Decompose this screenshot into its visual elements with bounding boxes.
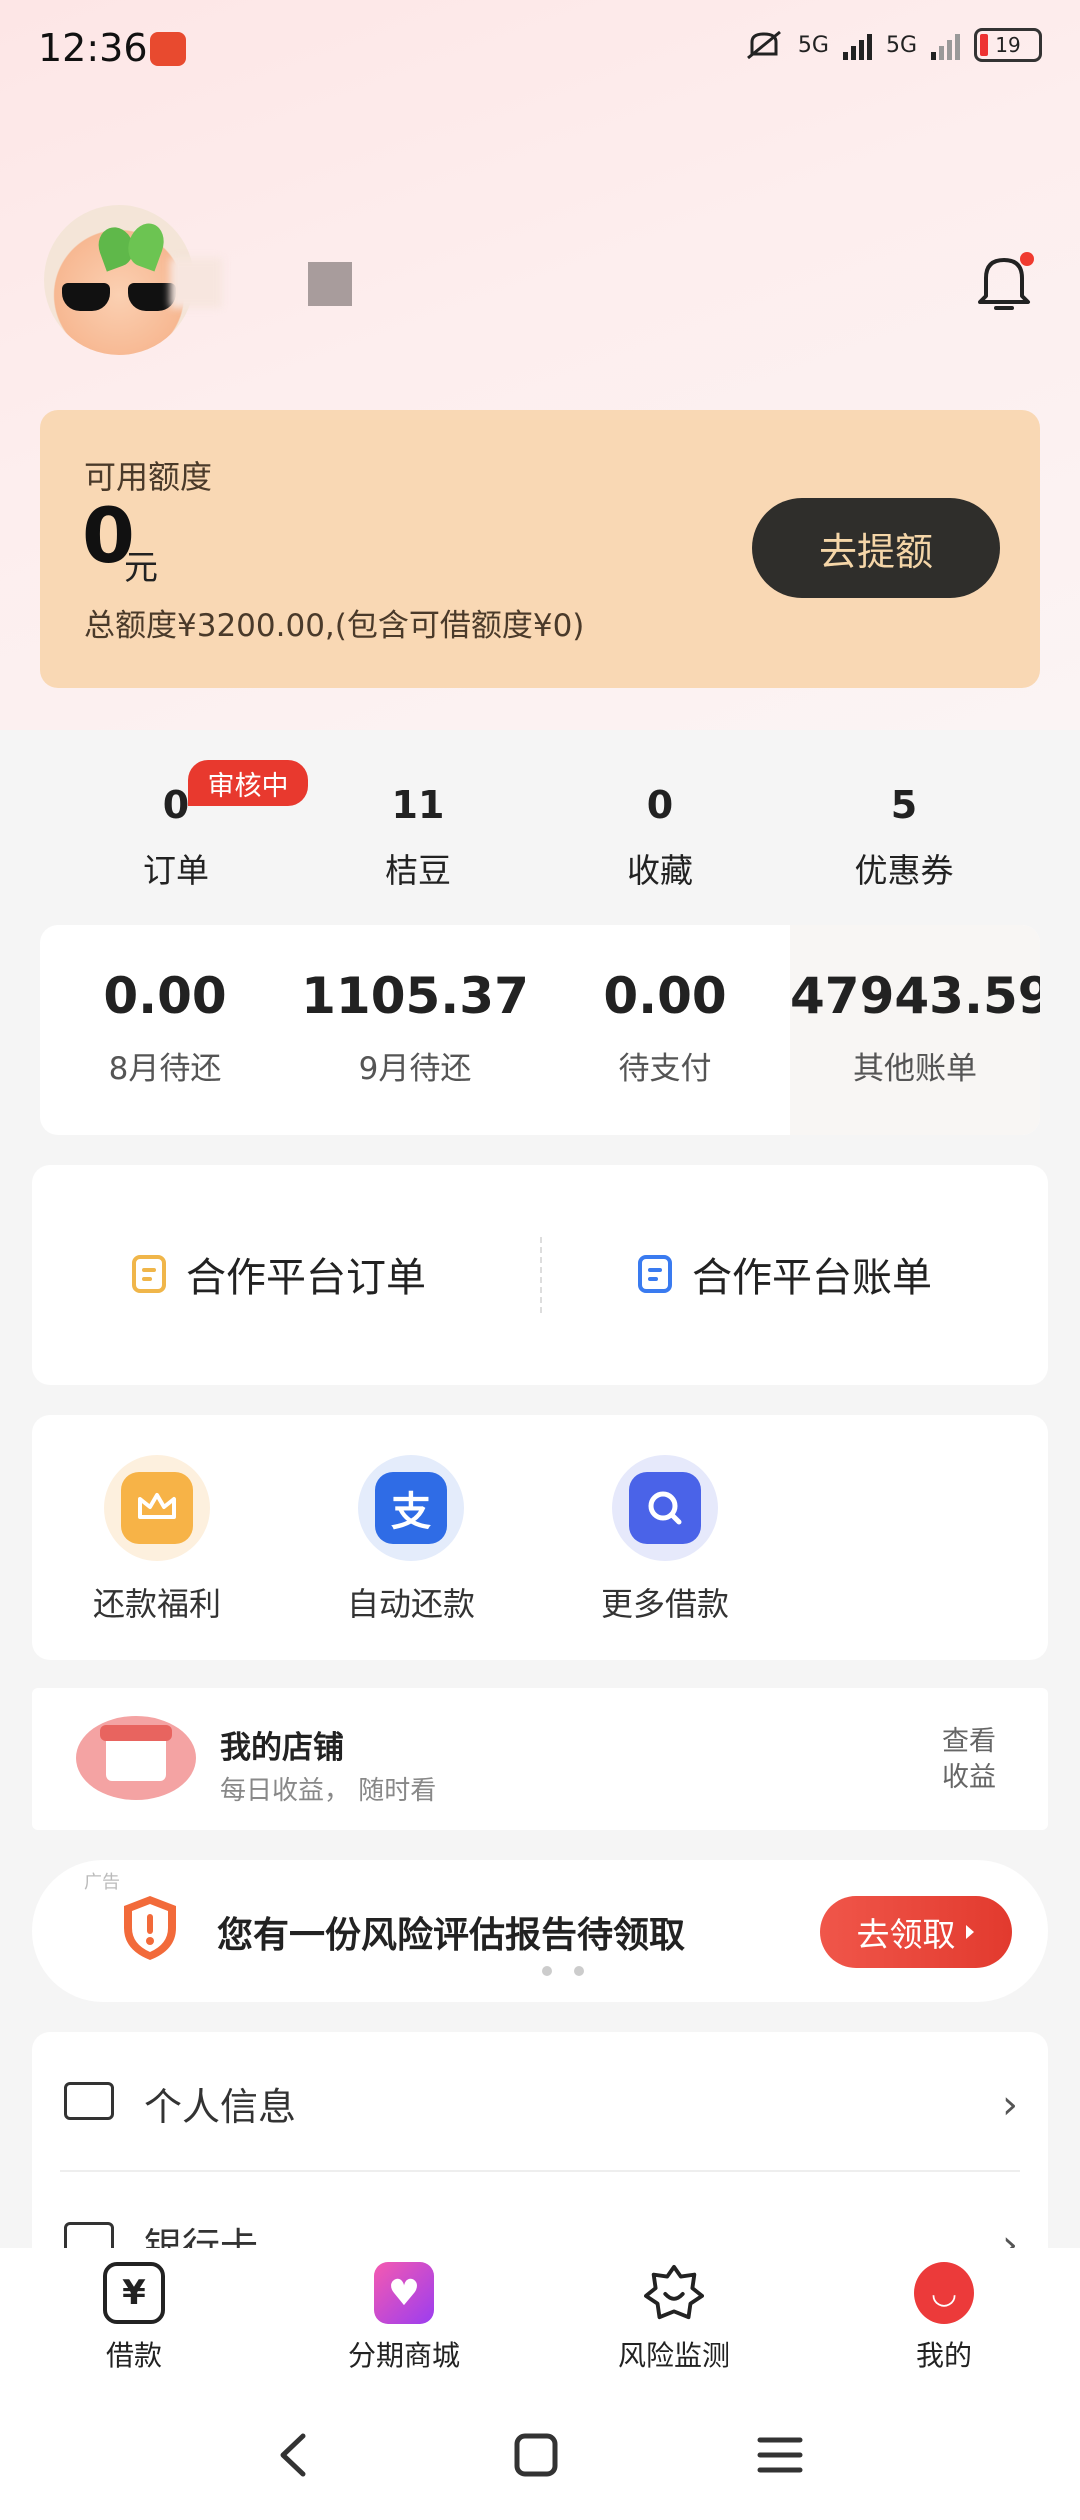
service-label: 还款福利 — [92, 1585, 221, 1623]
bills-summary: 0.00 8月待还 1105.37 9月待还 0.00 待支付 47943.59… — [40, 925, 1040, 1135]
tab-label: 我的 — [915, 2339, 972, 2372]
loan-icon: ¥ — [103, 2262, 165, 2324]
tab-label: 风险监测 — [617, 2339, 730, 2372]
bill-value: 1105.37 — [301, 967, 529, 1025]
stat-number: 0 — [646, 783, 674, 827]
stat-label: 收藏 — [627, 851, 693, 890]
bill-september[interactable]: 1105.37 9月待还 — [290, 925, 540, 1135]
claim-button-label: 去领取 — [856, 1915, 956, 1954]
app-notification-icon — [150, 32, 186, 66]
service-more-loans[interactable]: 更多借款 — [580, 1455, 750, 1625]
tab-label: 借款 — [105, 2339, 162, 2372]
bill-august[interactable]: 0.00 8月待还 — [40, 925, 290, 1135]
view-earnings-link[interactable]: 查看收益 — [934, 1724, 1004, 1796]
status-time: 12:36 — [38, 26, 148, 70]
stat-beans[interactable]: 11 桔豆 — [328, 780, 508, 892]
raise-limit-button[interactable]: 去提额 — [752, 498, 1000, 598]
tab-mine[interactable]: ◡ 我的 — [854, 2262, 1034, 2374]
bill-label: 其他账单 — [853, 1051, 977, 1087]
stat-number: 11 — [391, 783, 445, 827]
stat-label: 优惠券 — [854, 851, 954, 890]
shield-warning-icon — [124, 1896, 176, 1960]
mute-vibrate-icon — [746, 30, 781, 60]
battery-level: 19 — [995, 33, 1021, 57]
my-shop-card[interactable]: 我的店铺 每日收益， 随时看 查看收益 — [32, 1688, 1048, 1830]
bill-doc-icon — [638, 1255, 672, 1293]
partner-orders-button[interactable]: 合作平台订单 — [132, 1245, 426, 1303]
partner-bills-label: 合作平台账单 — [692, 1255, 932, 1301]
bill-other[interactable]: 47943.59 其他账单 — [790, 925, 1040, 1135]
stat-coupons[interactable]: 5 优惠券 — [814, 780, 994, 892]
partner-bills-button[interactable]: 合作平台账单 — [638, 1245, 932, 1303]
order-doc-icon — [132, 1255, 166, 1293]
tab-loan[interactable]: ¥ 借款 — [44, 2262, 224, 2374]
credit-unit: 元 — [124, 548, 158, 588]
bill-value: 47943.59 — [790, 967, 1040, 1025]
credit-total: 总额度¥3200.00,(包含可借额度¥0) — [84, 608, 585, 644]
claim-button[interactable]: 去领取 — [820, 1896, 1012, 1968]
arrow-right-icon — [965, 1925, 974, 1939]
partner-orders-label: 合作平台订单 — [186, 1255, 426, 1301]
shop-subtitle: 每日收益， 随时看 — [220, 1776, 437, 1806]
network-label-1: 5G — [797, 32, 829, 58]
network-label-2: 5G — [885, 32, 917, 58]
ad-tag: 广告 — [84, 1872, 120, 1893]
partner-card: 合作平台订单 合作平台账单 — [32, 1165, 1048, 1385]
carousel-dots — [542, 1966, 584, 1976]
alipay-icon: 支 — [375, 1472, 447, 1544]
username-masked — [308, 262, 352, 306]
notification-dot — [1020, 252, 1034, 266]
services-card: 还款福利 支 自动还款 更多借款 — [32, 1415, 1048, 1660]
status-right: 5G 5G 19 — [744, 28, 1042, 62]
status-bar: 12:36 5G 5G 19 — [0, 0, 1080, 100]
bill-label: 9月待还 — [358, 1051, 472, 1087]
bill-pending-payment[interactable]: 0.00 待支付 — [540, 925, 790, 1135]
service-repay-benefit[interactable]: 还款福利 — [72, 1455, 242, 1625]
crown-icon — [121, 1472, 193, 1544]
stats-row: 0 订单 11 桔豆 0 收藏 5 优惠券 — [0, 780, 1080, 910]
search-icon — [629, 1472, 701, 1544]
service-label: 自动还款 — [346, 1585, 475, 1623]
bill-value: 0.00 — [603, 967, 727, 1025]
back-icon[interactable] — [252, 2420, 332, 2490]
ad-title: 您有一份风险评估报告待领取 — [217, 1915, 686, 1956]
stat-number: 5 — [890, 783, 918, 827]
signal-icon-1 — [842, 30, 872, 60]
signal-icon-2 — [931, 30, 960, 60]
service-label: 更多借款 — [600, 1585, 729, 1623]
profile-icon: ◡ — [914, 2262, 974, 2324]
menu-icon[interactable] — [740, 2420, 820, 2490]
shop-title: 我的店铺 — [220, 1730, 344, 1766]
battery-icon: 19 — [974, 28, 1042, 62]
notification-bell-icon[interactable] — [974, 250, 1034, 314]
tab-label: 分期商城 — [347, 2339, 460, 2372]
bill-label: 待支付 — [618, 1051, 712, 1087]
system-nav-bar — [0, 2390, 1080, 2520]
credit-card: 可用额度 0 元 总额度¥3200.00,(包含可借额度¥0) 去提额 — [40, 410, 1040, 688]
stat-label: 桔豆 — [385, 851, 451, 890]
heart-icon: ♥ — [374, 2262, 434, 2324]
smile-badge-icon — [644, 2262, 704, 2324]
stat-favorites[interactable]: 0 收藏 — [570, 780, 750, 892]
stat-label: 订单 — [143, 851, 209, 890]
bottom-tab-bar: ¥ 借款 ♥ 分期商城 风险监测 ◡ 我的 — [0, 2248, 1080, 2390]
divider — [540, 1237, 542, 1313]
bill-value: 0.00 — [103, 967, 227, 1025]
row-separator — [60, 2032, 1020, 2172]
review-status-badge: 审核中 — [188, 760, 308, 806]
risk-report-banner[interactable]: 广告 您有一份风险评估报告待领取 去领取 — [32, 1860, 1048, 2002]
shop-icon — [76, 1716, 196, 1800]
tab-mall[interactable]: ♥ 分期商城 — [314, 2262, 494, 2374]
service-auto-repay[interactable]: 支 自动还款 — [326, 1455, 496, 1625]
tab-risk-monitor[interactable]: 风险监测 — [584, 2262, 764, 2374]
bill-label: 8月待还 — [108, 1051, 222, 1087]
username-blurred — [170, 258, 222, 308]
home-icon[interactable] — [496, 2420, 576, 2490]
